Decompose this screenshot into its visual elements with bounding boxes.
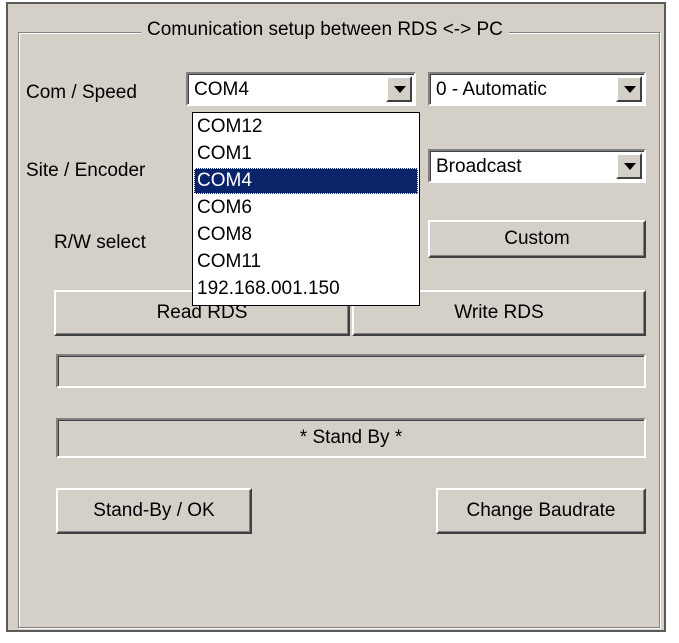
- custom-button[interactable]: Custom: [428, 220, 646, 258]
- group-title: Comunication setup between RDS <-> PC: [141, 19, 509, 41]
- dropdown-option-ip[interactable]: 192.168.001.150: [194, 276, 418, 302]
- chevron-down-icon[interactable]: [386, 76, 412, 102]
- change-baudrate-button[interactable]: Change Baudrate: [436, 488, 646, 534]
- dropdown-option-com4[interactable]: COM4: [194, 168, 418, 194]
- dropdown-option-com12[interactable]: COM12: [194, 114, 418, 140]
- dropdown-option-com11[interactable]: COM11: [194, 249, 418, 275]
- site-encoder-label: Site / Encoder: [26, 160, 146, 181]
- dropdown-option-com8[interactable]: COM8: [194, 222, 418, 248]
- encoder-value: Broadcast: [436, 156, 522, 177]
- dropdown-option-com1[interactable]: COM1: [194, 141, 418, 167]
- com-port-value: COM4: [194, 79, 249, 100]
- com-port-select[interactable]: COM4: [186, 72, 416, 106]
- com-port-dropdown-list: COM12 COM1 COM4 COM6 COM8 COM11 192.168.…: [192, 112, 420, 306]
- chevron-down-icon[interactable]: [616, 76, 642, 102]
- standby-ok-button[interactable]: Stand-By / OK: [56, 488, 252, 534]
- rds-communication-panel: Comunication setup between RDS <-> PC Co…: [6, 2, 666, 632]
- rw-select-label: R/W select: [54, 232, 146, 253]
- speed-select[interactable]: 0 - Automatic: [428, 72, 646, 106]
- chevron-down-icon[interactable]: [616, 153, 642, 179]
- encoder-select[interactable]: Broadcast: [428, 149, 646, 183]
- progress-bar: [56, 354, 646, 388]
- com-speed-label: Com / Speed: [26, 82, 137, 103]
- dropdown-option-com6[interactable]: COM6: [194, 195, 418, 221]
- speed-value: 0 - Automatic: [436, 79, 547, 100]
- status-field: * Stand By *: [56, 418, 646, 458]
- status-text: * Stand By *: [299, 427, 403, 448]
